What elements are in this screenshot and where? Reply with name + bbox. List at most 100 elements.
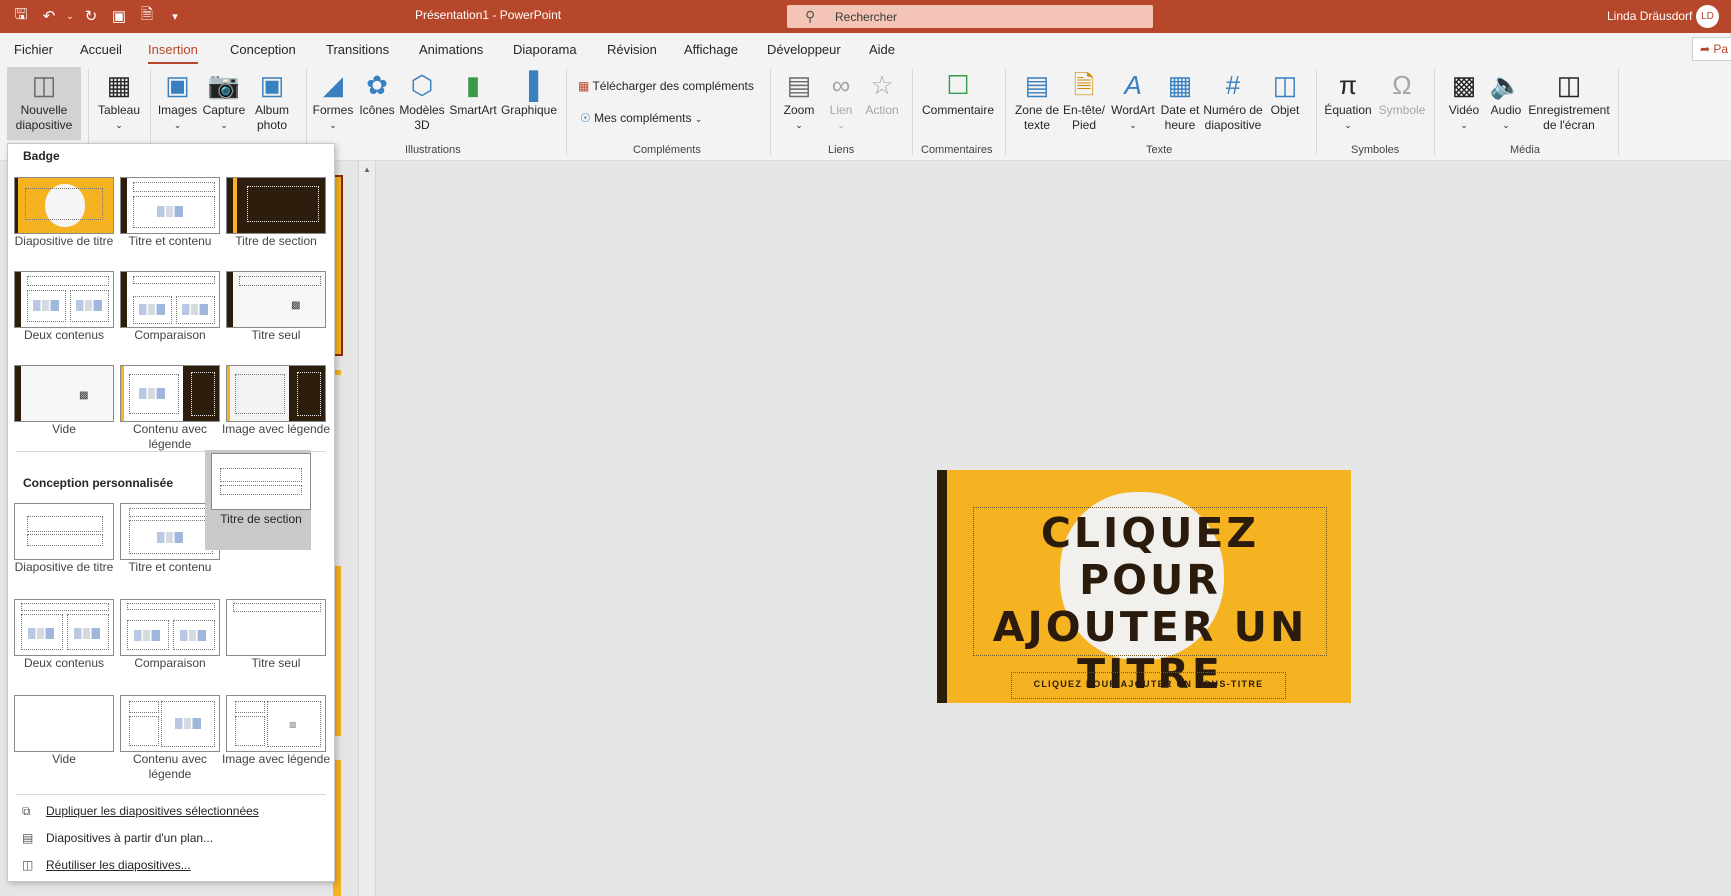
tab-accueil[interactable]: Accueil <box>80 42 122 57</box>
layout-badge-title-slide[interactable]: Diapositive de titre <box>8 174 114 270</box>
tab-insertion[interactable]: Insertion <box>148 42 198 64</box>
screen-recording-button[interactable]: ◫ Enregistrement de l'écran <box>1526 67 1612 133</box>
textbox-label: Zone de texte <box>1014 103 1060 132</box>
slide-title-text[interactable]: CLIQUEZ POUR AJOUTER UN TITRE <box>973 510 1327 698</box>
models3d-button[interactable]: ⬡ Modèles 3D <box>398 67 446 133</box>
textbox-button[interactable]: ▤ Zone de texte <box>1012 67 1062 133</box>
document-title: Présentation1 - PowerPoint <box>415 8 562 22</box>
slides-from-outline-item[interactable]: ▤ Diapositives à partir d'un plan... <box>22 831 213 845</box>
zoom-icon: ▤ <box>786 69 812 100</box>
slideshow-from-start-icon[interactable]: ▣ <box>108 6 130 26</box>
new-slide-button[interactable]: ◫ Nouvelle diapositive <box>7 67 81 140</box>
customize-qat-icon[interactable]: ▾ <box>164 6 186 26</box>
video-button[interactable]: ▩ Vidéo ⌄ <box>1440 67 1488 133</box>
duplicate-slides-item[interactable]: ⧉ Dupliquer les diapositives sélectionnée… <box>22 804 259 818</box>
layout-thumbnail: ▩ <box>14 365 114 422</box>
layout-custom-title-slide[interactable]: Diapositive de titre <box>8 500 114 596</box>
undo-dropdown-icon[interactable]: ⌄ <box>66 6 74 26</box>
tab-developpeur[interactable]: Développeur <box>767 42 841 57</box>
avatar[interactable]: LD <box>1696 5 1719 28</box>
undo-icon[interactable]: ↶ <box>38 6 60 26</box>
layout-custom-title-only[interactable]: Titre seul <box>220 596 326 692</box>
layout-thumbnail: ▩ <box>226 695 326 752</box>
scroll-up-icon[interactable]: ▲ <box>363 165 371 174</box>
user-name[interactable]: Linda Dräusdorf <box>1607 9 1692 23</box>
slide-number-button[interactable]: # Numéro de diapositive <box>1203 67 1263 133</box>
capture-label: Capture <box>202 103 246 117</box>
zoom-button[interactable]: ▤ Zoom ⌄ <box>776 67 822 133</box>
layout-custom-picture-caption[interactable]: ▩ Image avec légende <box>220 692 330 788</box>
icons-button[interactable]: ✿ Icônes <box>356 67 398 118</box>
layout-badge-section-title[interactable]: Titre de section <box>220 174 326 270</box>
smartart-button[interactable]: ▮ SmartArt <box>447 67 499 118</box>
link-button[interactable]: ∞ Lien ⌄ <box>822 67 860 133</box>
images-button[interactable]: ▣ Images ⌄ <box>155 67 200 133</box>
header-footer-button[interactable]: 🗎 En-tête/ Pied <box>1062 67 1106 133</box>
layout-badge-blank[interactable]: ▩ Vide <box>8 362 114 458</box>
object-button[interactable]: ◫ Objet <box>1264 67 1306 118</box>
my-addins-button[interactable]: ☉ Mes compléments ⌄ <box>580 111 702 127</box>
tab-transitions[interactable]: Transitions <box>326 42 389 57</box>
album-button[interactable]: ▣ Album photo <box>248 67 296 133</box>
layout-custom-section-title[interactable]: Titre de section <box>205 450 311 550</box>
layout-badge-picture-caption[interactable]: Image avec légende <box>220 362 330 458</box>
tab-diaporama[interactable]: Diaporama <box>513 42 577 57</box>
redo-icon[interactable]: ↻ <box>80 6 102 26</box>
action-button[interactable]: ☆ Action <box>862 67 902 118</box>
wordart-button[interactable]: A WordArt ⌄ <box>1108 67 1158 133</box>
tab-revision[interactable]: Révision <box>607 42 657 57</box>
share-label: Pa <box>1713 42 1729 56</box>
layout-custom-comparison[interactable]: Comparaison <box>114 596 220 692</box>
share-button[interactable]: ➦ Pa <box>1692 37 1731 61</box>
tab-conception[interactable]: Conception <box>230 42 296 57</box>
date-time-button[interactable]: ▦ Date et heure <box>1158 67 1202 133</box>
layout-label: Titre et contenu <box>128 234 212 248</box>
calendar-icon: ▦ <box>1167 69 1193 100</box>
get-addins-button[interactable]: ▦ Télécharger des compléments <box>578 79 754 94</box>
search-placeholder: Rechercher <box>835 10 898 24</box>
layout-label: Deux contenus <box>23 328 105 342</box>
slide-canvas[interactable]: CLIQUEZ POUR AJOUTER UN TITRE CLIQUEZ PO… <box>937 470 1351 703</box>
thumbnail-scrollbar[interactable]: ▲ <box>358 161 376 896</box>
audio-button[interactable]: 🔈 Audio ⌄ <box>1488 67 1524 133</box>
smartart-label: SmartArt <box>449 103 497 117</box>
symbol-button[interactable]: Ω Symbole <box>1376 67 1428 118</box>
layout-custom-blank[interactable]: Vide <box>8 692 114 788</box>
group-comments: Commentaires <box>921 144 993 156</box>
layout-custom-two-content[interactable]: Deux contenus <box>8 596 114 692</box>
layout-thumbnail <box>226 365 326 422</box>
search-box[interactable]: ⚲ Rechercher <box>787 5 1153 28</box>
link-icon: ∞ <box>831 69 851 100</box>
screen-recording-label: Enregistrement de l'écran <box>1528 103 1610 132</box>
comment-button[interactable]: ☐ Commentaire <box>918 67 998 118</box>
table-button[interactable]: ▦ Tableau ⌄ <box>93 67 145 133</box>
capture-button[interactable]: 📷 Capture ⌄ <box>200 67 248 133</box>
tab-fichier[interactable]: Fichier <box>14 42 53 57</box>
section-header-badge: Badge <box>23 149 60 163</box>
reuse-slides-icon: ◫ <box>22 858 34 872</box>
reuse-slides-item[interactable]: ◫ Réutiliser les diapositives... <box>22 858 191 872</box>
tab-animations[interactable]: Animations <box>419 42 483 57</box>
layout-badge-title-content[interactable]: Titre et contenu <box>114 174 220 270</box>
chart-button[interactable]: ▐ Graphique <box>500 67 558 118</box>
save-icon[interactable]: 🖫 <box>10 6 32 26</box>
layout-thumbnail <box>14 599 114 656</box>
layout-badge-content-caption[interactable]: Contenu avec légende <box>114 362 220 458</box>
object-icon: ◫ <box>1272 69 1298 100</box>
wordart-icon: A <box>1124 69 1142 100</box>
layout-badge-two-content[interactable]: Deux contenus <box>8 268 114 364</box>
table-icon: ▦ <box>106 69 132 100</box>
layout-custom-content-caption[interactable]: Contenu avec légende <box>114 692 220 788</box>
tab-affichage[interactable]: Affichage <box>684 42 738 57</box>
header-footer-icon: 🗎 <box>1073 69 1095 100</box>
layout-label: Titre seul <box>251 328 301 342</box>
layout-label: Titre et contenu <box>128 560 212 574</box>
subtitle-placeholder[interactable]: CLIQUEZ POUR AJOUTER UN SOUS-TITRE <box>1011 672 1286 699</box>
my-addins-label: Mes compléments <box>594 111 692 125</box>
shapes-button[interactable]: ◢ Formes ⌄ <box>310 67 356 133</box>
layout-badge-title-only[interactable]: ▩ Titre seul <box>220 268 326 364</box>
tab-aide[interactable]: Aide <box>869 42 895 57</box>
layout-badge-comparison[interactable]: Comparaison <box>114 268 220 364</box>
equation-button[interactable]: π Équation ⌄ <box>1322 67 1374 133</box>
new-file-icon[interactable]: 🗎 <box>136 6 158 26</box>
